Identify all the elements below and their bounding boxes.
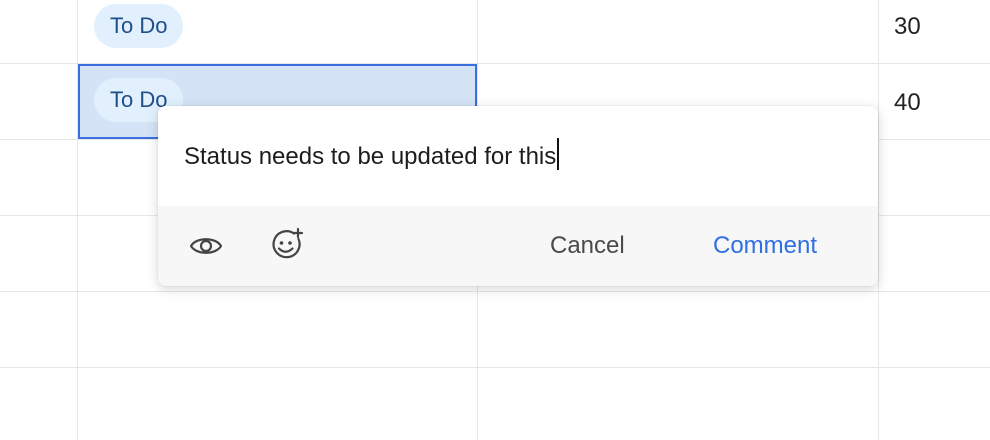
number-value: 40 — [894, 89, 921, 116]
add-emoji-icon[interactable] — [268, 226, 304, 262]
comment-popover: Status needs to be updated for this Canc… — [158, 106, 878, 286]
row-divider — [0, 291, 990, 292]
status-badge[interactable]: To Do — [94, 4, 184, 48]
row-divider — [0, 367, 990, 368]
comment-input[interactable]: Status needs to be updated for this — [158, 106, 878, 206]
comment-button[interactable]: Comment — [713, 228, 817, 264]
comment-input-text: Status needs to be updated for this — [184, 138, 560, 171]
eye-icon[interactable] — [188, 228, 224, 264]
comment-popover-footer: Cancel Comment — [158, 206, 878, 286]
number-cell[interactable]: 30 — [879, 0, 990, 62]
comment-input-value: Status needs to be updated for this — [184, 143, 557, 170]
status-cell[interactable]: To Do — [78, 0, 477, 62]
number-value: 30 — [894, 13, 921, 40]
number-cell[interactable]: 40 — [879, 64, 990, 139]
cancel-button[interactable]: Cancel — [550, 228, 625, 264]
table-row: To Do 30 — [0, 0, 990, 63]
text-caret — [557, 138, 560, 170]
